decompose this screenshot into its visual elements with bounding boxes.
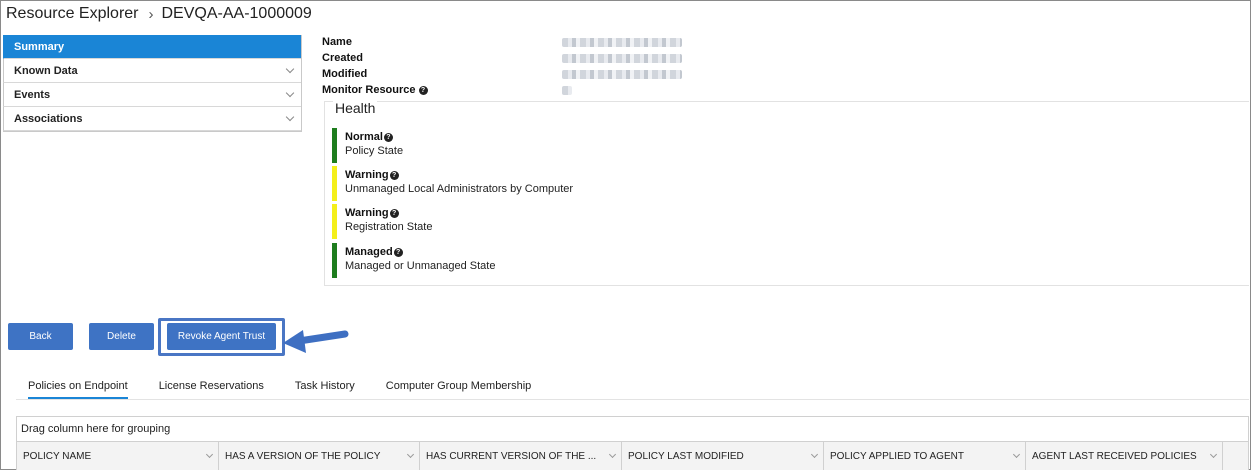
tab-bar: Policies on Endpoint License Reservation… — [28, 380, 562, 399]
chevron-down-icon — [285, 88, 295, 97]
sidebar-item-label: Summary — [14, 40, 65, 53]
redacted-value — [562, 37, 682, 47]
help-icon[interactable]: ? — [389, 208, 399, 218]
chevron-down-icon[interactable] — [1209, 450, 1218, 459]
column-header-label: POLICY LAST MODIFIED — [628, 450, 744, 462]
property-monitor-resource: Monitor Resource ? — [322, 82, 572, 98]
column-header-label: HAS A VERSION OF THE POLICY — [225, 450, 381, 462]
column-header-spacer — [1223, 442, 1248, 470]
sidebar-item-label: Associations — [14, 112, 83, 125]
breadcrumb-separator: › — [148, 5, 154, 23]
health-item-normal: Normal ? Policy State — [332, 128, 732, 163]
tab-computer-group-membership[interactable]: Computer Group Membership — [386, 380, 532, 399]
chevron-down-icon[interactable] — [810, 450, 819, 459]
sidebar-item-label: Known Data — [14, 64, 78, 77]
sidebar-item-label: Events — [14, 88, 51, 101]
column-header-label: POLICY NAME — [23, 450, 92, 462]
sidebar: Summary Known Data Events Associations — [3, 35, 302, 132]
redacted-value — [562, 85, 572, 95]
sidebar-item-summary[interactable]: Summary — [3, 35, 301, 59]
property-label: Created — [322, 52, 363, 64]
page-header: Resource Explorer › DEVQA-AA-1000009 — [6, 3, 312, 25]
health-status: Managed — [345, 246, 393, 258]
property-label: Name — [322, 36, 352, 48]
chevron-down-icon — [285, 64, 295, 73]
chevron-down-icon — [285, 112, 295, 121]
health-status: Warning — [345, 207, 389, 219]
health-item-warning: Warning ? Unmanaged Local Administrators… — [332, 166, 732, 201]
column-header-label: HAS CURRENT VERSION OF THE ... — [426, 450, 597, 462]
page-title: Resource Explorer — [6, 5, 139, 22]
column-header-agent-last-received[interactable]: AGENT LAST RECEIVED POLICIES — [1026, 442, 1223, 470]
column-header-has-current-version[interactable]: HAS CURRENT VERSION OF THE ... — [420, 442, 622, 470]
health-title: Health — [333, 100, 378, 116]
group-drop-zone[interactable]: Drag column here for grouping — [17, 417, 1248, 442]
property-label: Modified — [322, 68, 368, 80]
arrow-annotation-icon — [283, 330, 349, 353]
redacted-value — [562, 69, 682, 79]
resource-properties: Name Created Modified Monitor Resource ? — [322, 34, 682, 98]
sidebar-item-known-data[interactable]: Known Data — [3, 59, 301, 83]
policies-grid: Drag column here for grouping POLICY NAM… — [16, 416, 1249, 470]
property-name: Name — [322, 34, 682, 50]
property-created: Created — [322, 50, 682, 66]
column-header-policy-applied[interactable]: POLICY APPLIED TO AGENT — [824, 442, 1026, 470]
column-header-label: AGENT LAST RECEIVED POLICIES — [1032, 450, 1197, 462]
health-status: Warning — [345, 169, 389, 181]
redacted-value — [562, 53, 682, 63]
chevron-down-icon[interactable] — [608, 450, 617, 459]
column-header-policy-last-modified[interactable]: POLICY LAST MODIFIED — [622, 442, 824, 470]
chevron-down-icon[interactable] — [205, 450, 214, 459]
help-icon[interactable]: ? — [383, 132, 393, 142]
grid-header: POLICY NAME HAS A VERSION OF THE POLICY … — [17, 442, 1248, 470]
health-description: Policy State — [345, 145, 404, 157]
health-description: Managed or Unmanaged State — [345, 260, 496, 272]
tab-license-reservations[interactable]: License Reservations — [159, 380, 264, 399]
sidebar-item-events[interactable]: Events — [3, 83, 301, 107]
health-item-warning: Warning ? Registration State — [332, 204, 732, 239]
sidebar-item-associations[interactable]: Associations — [3, 107, 301, 131]
health-description: Unmanaged Local Administrators by Comput… — [345, 183, 574, 195]
column-header-has-version[interactable]: HAS A VERSION OF THE POLICY — [219, 442, 420, 470]
property-modified: Modified — [322, 66, 682, 82]
chevron-down-icon[interactable] — [1012, 450, 1021, 459]
property-label: Monitor Resource — [322, 84, 416, 96]
health-item-managed: Managed ? Managed or Unmanaged State — [332, 243, 732, 278]
tab-policies-on-endpoint[interactable]: Policies on Endpoint — [28, 380, 128, 399]
health-panel: Health Normal ? Policy State Warning ? U… — [324, 100, 1249, 286]
help-icon[interactable]: ? — [393, 247, 403, 257]
back-button[interactable]: Back — [8, 323, 73, 350]
help-icon[interactable]: ? — [389, 170, 399, 180]
divider — [16, 399, 1249, 400]
column-header-policy-name[interactable]: POLICY NAME — [17, 442, 219, 470]
health-status: Normal — [345, 131, 383, 143]
delete-button[interactable]: Delete — [89, 323, 154, 350]
health-description: Registration State — [345, 221, 433, 233]
revoke-agent-trust-button[interactable]: Revoke Agent Trust — [167, 323, 276, 350]
chevron-down-icon[interactable] — [406, 450, 415, 459]
resource-name: DEVQA-AA-1000009 — [161, 5, 312, 22]
column-header-label: POLICY APPLIED TO AGENT — [830, 450, 964, 462]
tab-task-history[interactable]: Task History — [295, 380, 355, 399]
help-icon[interactable]: ? — [418, 85, 428, 95]
